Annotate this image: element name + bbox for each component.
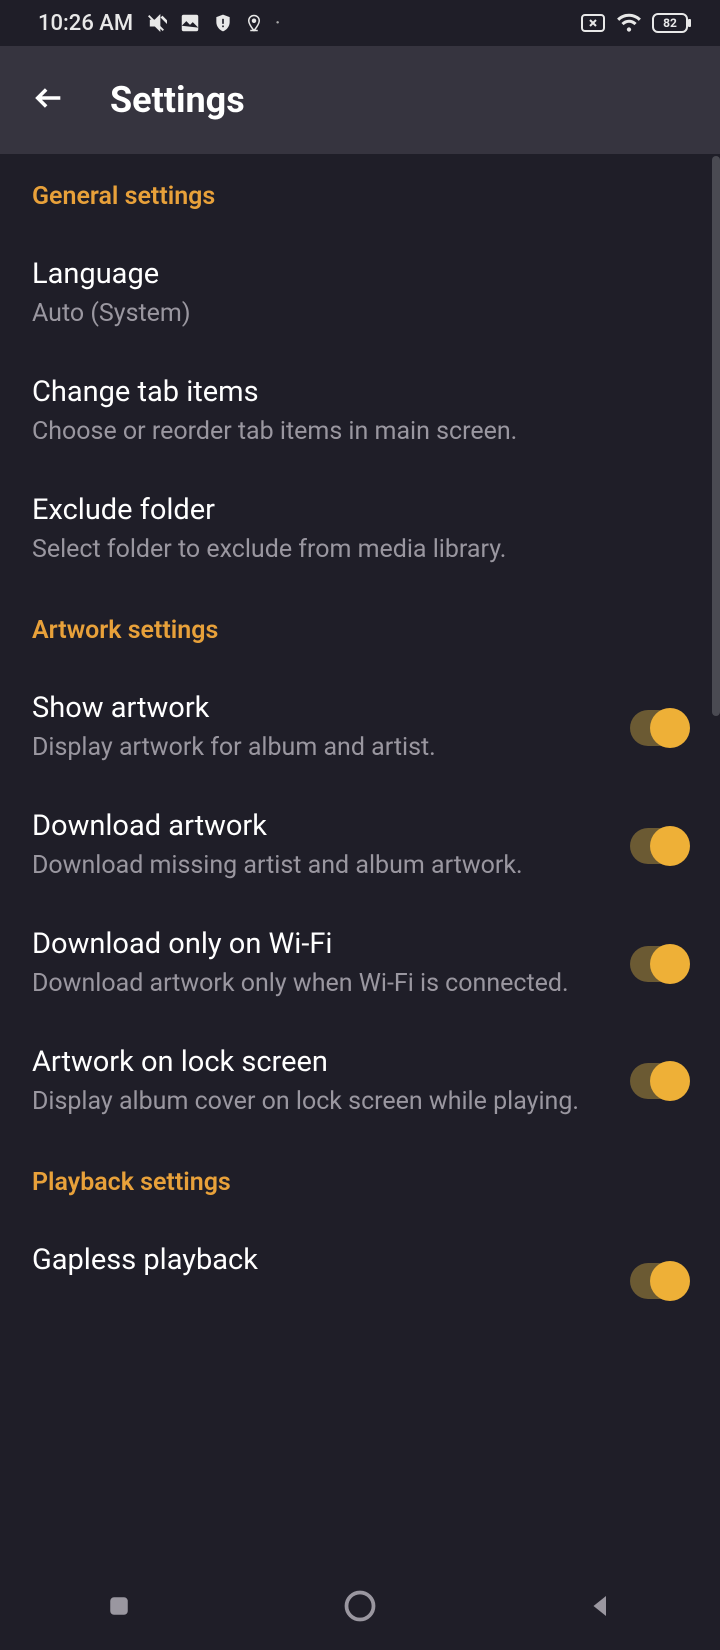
status-right: 82 bbox=[580, 12, 692, 34]
wifi-icon bbox=[616, 12, 642, 34]
section-playback: Playback settings bbox=[32, 1168, 688, 1197]
battery-icon: 82 bbox=[652, 12, 692, 34]
location-icon bbox=[245, 12, 263, 34]
setting-show-artwork[interactable]: Show artwork Display artwork for album a… bbox=[32, 669, 688, 787]
setting-artwork-lockscreen[interactable]: Artwork on lock screen Display album cov… bbox=[32, 1023, 688, 1141]
setting-title: Language bbox=[32, 257, 688, 291]
svg-text:82: 82 bbox=[663, 16, 677, 30]
setting-title: Download artwork bbox=[32, 809, 610, 843]
shield-icon bbox=[213, 12, 233, 34]
screen-icon bbox=[580, 13, 606, 33]
setting-subtitle: Auto (System) bbox=[32, 297, 688, 331]
setting-subtitle: Choose or reorder tab items in main scre… bbox=[32, 415, 688, 449]
setting-title: Artwork on lock screen bbox=[32, 1045, 610, 1079]
setting-exclude-folder[interactable]: Exclude folder Select folder to exclude … bbox=[32, 471, 688, 589]
scroll-indicator[interactable] bbox=[712, 156, 720, 716]
navigation-bar bbox=[0, 1566, 720, 1650]
status-time: 10:26 AM bbox=[38, 11, 133, 36]
setting-gapless-playback[interactable]: Gapless playback bbox=[32, 1221, 688, 1305]
setting-download-artwork[interactable]: Download artwork Download missing artist… bbox=[32, 787, 688, 905]
setting-title: Change tab items bbox=[32, 375, 688, 409]
setting-subtitle: Display artwork for album and artist. bbox=[32, 731, 610, 765]
setting-title: Download only on Wi-Fi bbox=[32, 927, 610, 961]
setting-subtitle: Select folder to exclude from media libr… bbox=[32, 533, 688, 567]
back-nav-button[interactable] bbox=[586, 1591, 616, 1625]
setting-subtitle: Download artwork only when Wi-Fi is conn… bbox=[32, 967, 610, 1001]
setting-language[interactable]: Language Auto (System) bbox=[32, 235, 688, 353]
setting-title: Gapless playback bbox=[32, 1243, 610, 1277]
toggle-artwork-lockscreen[interactable] bbox=[630, 1063, 688, 1099]
setting-subtitle: Display album cover on lock screen while… bbox=[32, 1085, 610, 1119]
photos-icon bbox=[179, 12, 201, 34]
toggle-download-wifi[interactable] bbox=[630, 946, 688, 982]
back-button[interactable] bbox=[32, 81, 66, 119]
toggle-download-artwork[interactable] bbox=[630, 828, 688, 864]
status-bar: 10:26 AM · 82 bbox=[0, 0, 720, 46]
recent-apps-button[interactable] bbox=[104, 1591, 134, 1625]
setting-title: Show artwork bbox=[32, 691, 610, 725]
mute-icon bbox=[145, 12, 167, 34]
app-bar: Settings bbox=[0, 46, 720, 154]
setting-subtitle: Download missing artist and album artwor… bbox=[32, 849, 610, 883]
toggle-gapless[interactable] bbox=[630, 1263, 688, 1299]
more-indicator: · bbox=[275, 13, 280, 34]
toggle-show-artwork[interactable] bbox=[630, 710, 688, 746]
section-artwork: Artwork settings bbox=[32, 616, 688, 645]
home-button[interactable] bbox=[342, 1588, 378, 1628]
page-title: Settings bbox=[110, 79, 245, 121]
settings-content: General settings Language Auto (System) … bbox=[0, 154, 720, 1305]
setting-change-tabs[interactable]: Change tab items Choose or reorder tab i… bbox=[32, 353, 688, 471]
section-general: General settings bbox=[32, 182, 688, 211]
setting-title: Exclude folder bbox=[32, 493, 688, 527]
status-left: 10:26 AM · bbox=[38, 11, 280, 36]
setting-download-wifi[interactable]: Download only on Wi-Fi Download artwork … bbox=[32, 905, 688, 1023]
